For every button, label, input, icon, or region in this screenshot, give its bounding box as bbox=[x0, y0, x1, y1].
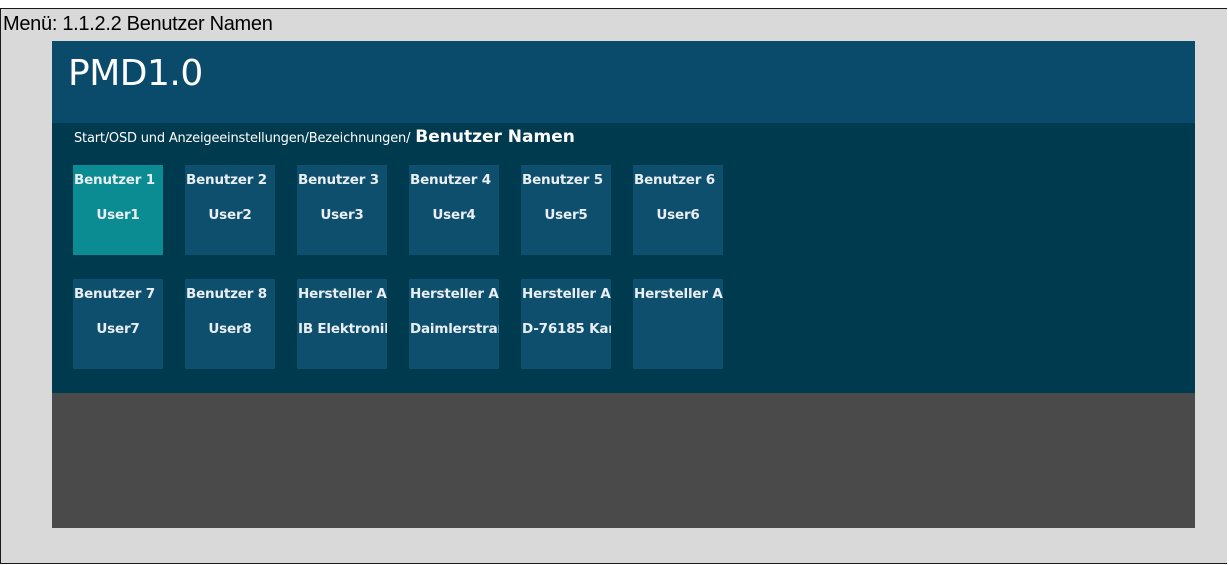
app-title: PMD1.0 bbox=[68, 53, 203, 94]
tile-value: User6 bbox=[656, 207, 700, 223]
title-bar: PMD1.0 bbox=[52, 41, 1195, 123]
tile-value: User8 bbox=[208, 321, 252, 337]
tile-value: User4 bbox=[432, 207, 476, 223]
tile-label: Benutzer 6 bbox=[634, 172, 715, 188]
breadcrumb-path[interactable]: Start/OSD und Anzeigeeinstellungen/Bezei… bbox=[74, 131, 410, 146]
tile-value: User3 bbox=[320, 207, 364, 223]
tile-value: User7 bbox=[96, 321, 140, 337]
tile-value: User5 bbox=[544, 207, 588, 223]
tile-benutzer-4[interactable]: Benutzer 4 User4 bbox=[409, 165, 499, 255]
tile-benutzer-5[interactable]: Benutzer 5 User5 bbox=[521, 165, 611, 255]
breadcrumb: Start/OSD und Anzeigeeinstellungen/Bezei… bbox=[74, 127, 575, 157]
tile-benutzer-7[interactable]: Benutzer 7 User7 bbox=[73, 279, 163, 369]
tile-label: Benutzer 3 bbox=[298, 172, 379, 188]
tile-hersteller-a-3[interactable]: Hersteller A D-76185 Karlsruhe bbox=[521, 279, 611, 369]
tile-label: Hersteller A bbox=[634, 286, 723, 302]
tile-benutzer-1[interactable]: Benutzer 1 User1 bbox=[73, 165, 163, 255]
tile-label: Benutzer 7 bbox=[74, 286, 155, 302]
tile-hersteller-a-2[interactable]: Hersteller A Daimlerstraße bbox=[409, 279, 499, 369]
breadcrumb-current: Benutzer Namen bbox=[415, 127, 575, 147]
tile-label: Hersteller A bbox=[522, 286, 611, 302]
tile-label: Benutzer 1 bbox=[74, 172, 155, 188]
tile-hersteller-a-4[interactable]: Hersteller A bbox=[633, 279, 723, 369]
tile-label: Benutzer 5 bbox=[522, 172, 603, 188]
tile-value: IB Elektronik bbox=[298, 321, 387, 337]
tile-label: Benutzer 8 bbox=[186, 286, 267, 302]
osd-screen: PMD1.0 Start/OSD und Anzeigeeinstellunge… bbox=[52, 41, 1195, 528]
tile-benutzer-3[interactable]: Benutzer 3 User3 bbox=[297, 165, 387, 255]
menu-frame: Menü: 1.1.2.2 Benutzer Namen PMD1.0 Star… bbox=[0, 8, 1227, 564]
content-panel: Start/OSD und Anzeigeeinstellungen/Bezei… bbox=[52, 123, 1195, 393]
tile-value: Daimlerstraße bbox=[410, 321, 499, 337]
tile-label: Benutzer 4 bbox=[410, 172, 491, 188]
tile-benutzer-6[interactable]: Benutzer 6 User6 bbox=[633, 165, 723, 255]
tile-label: Hersteller A bbox=[410, 286, 499, 302]
tile-value: D-76185 Karlsruhe bbox=[522, 321, 611, 337]
tile-benutzer-2[interactable]: Benutzer 2 User2 bbox=[185, 165, 275, 255]
menu-caption: Menü: 1.1.2.2 Benutzer Namen bbox=[3, 13, 273, 35]
tile-value: User2 bbox=[208, 207, 252, 223]
tile-label: Benutzer 2 bbox=[186, 172, 267, 188]
tile-hersteller-a-1[interactable]: Hersteller A IB Elektronik bbox=[297, 279, 387, 369]
tile-benutzer-8[interactable]: Benutzer 8 User8 bbox=[185, 279, 275, 369]
tile-value: User1 bbox=[96, 207, 140, 223]
tile-label: Hersteller A bbox=[298, 286, 387, 302]
